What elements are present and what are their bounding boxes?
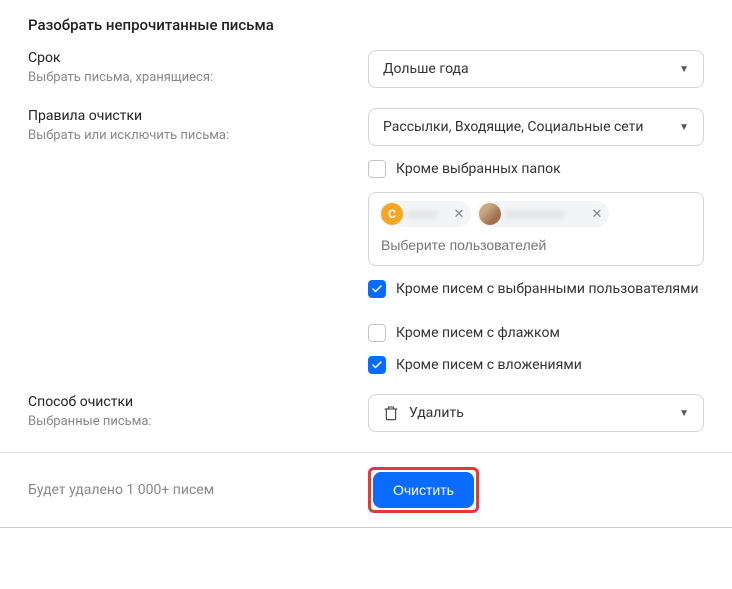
check-icon [371,283,383,295]
exclude-flagged-checkbox[interactable] [368,324,386,342]
period-select-value: Дольше года [383,61,469,77]
rules-folders-value: Рассылки, Входящие, Социальные сети [383,119,643,135]
rules-label: Правила очистки [28,108,368,124]
check-icon [371,359,383,371]
user-select-input[interactable] [379,233,693,257]
exclude-attachments-row: Кроме писем с вложениями [368,356,704,374]
trash-icon [383,405,399,421]
period-select[interactable]: Дольше года ▼ [368,50,704,88]
period-label: Срок [28,50,368,66]
avatar [479,203,501,225]
avatar: С [381,203,403,225]
period-sublabel: Выбрать письма, хранящиеся: [28,70,368,85]
method-select-value: Удалить [409,405,464,421]
user-select-box: С xxxxx ✕ xxxxxxxxxx ✕ [368,192,704,266]
exclude-folders-row: Кроме выбранных папок [368,160,704,178]
method-select[interactable]: Удалить ▼ [368,394,704,432]
method-sublabel: Выбранные письма: [28,414,368,429]
user-chips: С xxxxx ✕ xxxxxxxxxx ✕ [379,201,693,227]
rules-sublabel: Выбрать или исключить письма: [28,128,368,143]
clean-button[interactable]: Очистить [373,472,474,508]
exclude-folders-label: Кроме выбранных папок [396,161,561,177]
chevron-down-icon: ▼ [679,408,689,419]
action-highlight-frame: Очистить [368,467,479,513]
chip-label-blurred: xxxxxxxxxx [505,207,585,221]
footer-summary: Будет удалено 1 000+ писем [28,482,368,498]
exclude-users-row: Кроме писем с выбранными пользователями [368,280,704,298]
rules-row: Правила очистки Выбрать или исключить пи… [28,108,704,374]
method-label: Способ очистки [28,394,368,410]
rules-folders-select[interactable]: Рассылки, Входящие, Социальные сети ▼ [368,108,704,146]
exclude-users-label: Кроме писем с выбранными пользователями [396,281,699,297]
period-row: Срок Выбрать письма, хранящиеся: Дольше … [28,50,704,88]
exclude-folders-checkbox[interactable] [368,160,386,178]
user-chip: С xxxxx ✕ [379,201,471,227]
user-chip: xxxxxxxxxx ✕ [477,201,609,227]
exclude-flagged-label: Кроме писем с флажком [396,325,560,341]
method-row: Способ очистки Выбранные письма: Удалить… [28,394,704,432]
exclude-users-checkbox[interactable] [368,280,386,298]
page-title: Разобрать непрочитанные письма [28,16,704,34]
exclude-attachments-checkbox[interactable] [368,356,386,374]
chip-label-blurred: xxxxx [407,207,447,221]
footer-bar: Будет удалено 1 000+ писем Очистить [0,452,732,528]
exclude-flagged-row: Кроме писем с флажком [368,324,704,342]
chip-remove-button[interactable]: ✕ [451,206,467,222]
chevron-down-icon: ▼ [679,122,689,133]
chevron-down-icon: ▼ [679,64,689,75]
chip-remove-button[interactable]: ✕ [589,206,605,222]
exclude-attachments-label: Кроме писем с вложениями [396,357,582,373]
